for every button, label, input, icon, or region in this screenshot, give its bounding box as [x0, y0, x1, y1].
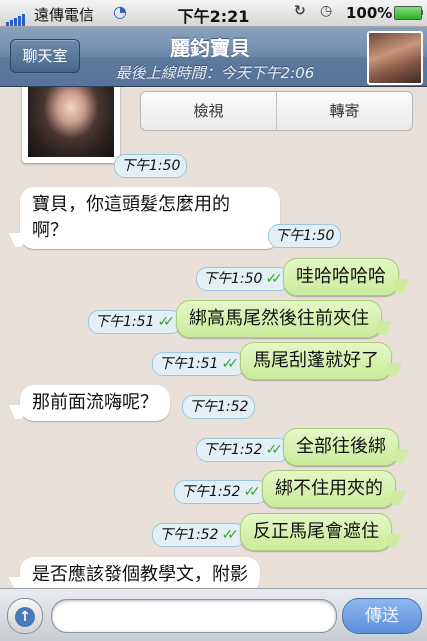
- outgoing-message[interactable]: 馬尾刮蓬就好了: [240, 342, 392, 380]
- double-check-icon: ✓✓: [265, 442, 283, 458]
- double-check-icon: ✓✓: [243, 484, 261, 500]
- message-timestamp: 下午1:52 ✓✓: [152, 523, 246, 547]
- attach-button[interactable]: ↑: [7, 598, 43, 634]
- alarm-icon: ◷: [320, 3, 333, 19]
- contact-name: 麗鈞寶貝: [170, 36, 250, 60]
- outgoing-message[interactable]: 綁高馬尾然後往前夾住: [176, 300, 382, 338]
- outgoing-message[interactable]: 綁不住用夾的: [262, 470, 396, 508]
- outgoing-message[interactable]: 全部往後綁: [283, 428, 399, 466]
- message-text-line: 寶貝，你這頭髮怎麼用的: [32, 194, 230, 215]
- message-timestamp: 下午1:51 ✓✓: [88, 310, 182, 334]
- input-bar: ↑ 傳送: [0, 588, 427, 641]
- message-timestamp: 下午1:50 ✓✓: [196, 267, 290, 291]
- back-button[interactable]: 聊天室: [10, 39, 80, 73]
- send-button[interactable]: 傳送: [342, 598, 422, 634]
- status-bar: 遠傳電信 ◔ 下午2:21 ↻ ◷ 100%: [0, 0, 427, 27]
- double-check-icon: ✓✓: [221, 527, 239, 543]
- message-text-line: 啊？: [32, 220, 68, 241]
- message-timestamp: 下午1:50: [114, 154, 188, 178]
- view-button[interactable]: 檢視: [141, 92, 276, 130]
- message-timestamp: 下午1:52 ✓✓: [174, 480, 268, 504]
- photo-thumbnail: [28, 87, 114, 157]
- contact-avatar[interactable]: [367, 31, 423, 85]
- message-timestamp: 下午1:52 ✓✓: [196, 438, 290, 462]
- outgoing-message[interactable]: 反正馬尾會遮住: [240, 513, 392, 551]
- photo-message[interactable]: [22, 87, 120, 163]
- message-input[interactable]: [51, 599, 337, 633]
- outgoing-message[interactable]: 哇哈哈哈哈: [283, 258, 399, 296]
- incoming-message[interactable]: 那前面流嗨呢？: [20, 385, 170, 421]
- nav-bar: 聊天室 麗鈞寶貝 最後上線時間：今天下午2:06: [0, 27, 427, 87]
- message-timestamp: 下午1:51 ✓✓: [152, 352, 246, 376]
- chat-area[interactable]: 檢視 轉寄 下午1:50 寶貝，你這頭髮怎麼用的 啊？ 下午1:50 下午1:5…: [0, 87, 427, 588]
- up-arrow-icon: ↑: [15, 607, 35, 627]
- back-button-label: 聊天室: [22, 47, 68, 65]
- double-check-icon: ✓✓: [221, 356, 239, 372]
- battery-nub: [421, 10, 423, 15]
- last-seen-text: 最後上線時間：今天下午2:06: [115, 64, 315, 82]
- battery-percent: 100%: [346, 4, 393, 22]
- incoming-message[interactable]: 是否應該發個教學文，附影: [20, 557, 260, 588]
- photo-action-box: 檢視 轉寄: [140, 91, 413, 131]
- orientation-lock-icon: ↻: [294, 3, 306, 19]
- double-check-icon: ✓✓: [265, 271, 283, 287]
- message-timestamp: 下午1:52: [182, 395, 256, 419]
- message-timestamp: 下午1:50: [268, 224, 342, 248]
- battery-icon: [394, 6, 422, 20]
- double-check-icon: ✓✓: [157, 314, 175, 330]
- incoming-message[interactable]: 寶貝，你這頭髮怎麼用的 啊？: [20, 187, 280, 249]
- forward-button[interactable]: 轉寄: [277, 92, 412, 130]
